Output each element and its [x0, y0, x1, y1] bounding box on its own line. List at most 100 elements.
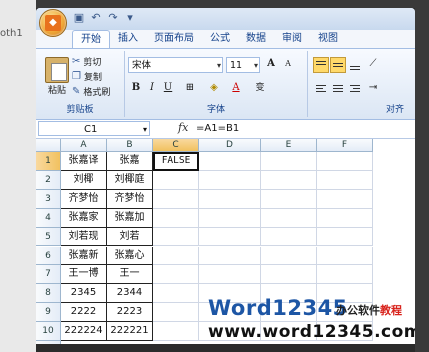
table-cell[interactable]	[317, 152, 373, 171]
table-cell[interactable]	[153, 208, 199, 228]
phonetic-button[interactable]: 变	[253, 81, 267, 95]
table-cell[interactable]	[317, 170, 373, 190]
table-cell[interactable]	[153, 322, 199, 341]
undo-icon[interactable]: ↶	[89, 11, 103, 25]
underline-button[interactable]: U	[161, 81, 175, 95]
table-cell[interactable]	[153, 227, 199, 247]
grow-font-button[interactable]: A	[264, 57, 278, 71]
table-cell[interactable]: 2345	[61, 284, 107, 304]
tab-home[interactable]: 开始	[72, 30, 110, 48]
table-cell[interactable]: 2344	[107, 284, 153, 304]
table-cell[interactable]	[153, 284, 199, 304]
tab-data[interactable]: 数据	[238, 30, 274, 48]
table-cell[interactable]	[153, 265, 199, 285]
align-center-button[interactable]	[330, 81, 346, 97]
tab-view[interactable]: 视图	[310, 30, 346, 48]
table-cell[interactable]: 刘若	[107, 227, 153, 247]
table-cell[interactable]: 齐梦怡	[107, 189, 153, 209]
indent-icon[interactable]: ⇥	[366, 81, 380, 95]
table-cell[interactable]	[153, 303, 199, 323]
row-header[interactable]	[36, 341, 61, 344]
row-header[interactable]: 1	[36, 152, 61, 171]
table-cell[interactable]: 张嘉新	[61, 246, 107, 266]
table-cell[interactable]	[261, 265, 317, 285]
row-header[interactable]: 5	[36, 227, 61, 247]
table-cell[interactable]: 刘椰庭	[107, 170, 153, 190]
row-header[interactable]: 8	[36, 284, 61, 304]
table-cell[interactable]: 张嘉心	[107, 246, 153, 266]
align-bottom-button[interactable]	[347, 57, 363, 73]
copy-button[interactable]: ❐ 复制	[72, 70, 102, 83]
table-cell[interactable]	[199, 208, 261, 228]
bold-button[interactable]: B	[129, 81, 143, 95]
tab-review[interactable]: 审阅	[274, 30, 310, 48]
format-painter-button[interactable]: ✎ 格式刷	[72, 85, 110, 98]
table-cell[interactable]	[261, 208, 317, 228]
paste-button[interactable]: 粘贴	[42, 57, 72, 101]
table-cell[interactable]	[153, 189, 199, 209]
table-cell[interactable]: 2223	[107, 303, 153, 323]
table-cell[interactable]	[261, 246, 317, 266]
shrink-font-button[interactable]: A	[281, 57, 295, 71]
column-header-a[interactable]: A	[61, 139, 107, 152]
table-cell[interactable]	[317, 189, 373, 209]
table-cell[interactable]: 刘若现	[61, 227, 107, 247]
column-header-c[interactable]: C	[153, 139, 199, 152]
table-cell[interactable]	[153, 246, 199, 266]
table-cell[interactable]: 张嘉译	[61, 152, 107, 171]
align-middle-button[interactable]	[330, 57, 346, 73]
table-cell[interactable]	[317, 208, 373, 228]
table-cell[interactable]: 222224	[61, 322, 107, 341]
row-header[interactable]: 10	[36, 322, 61, 341]
table-cell[interactable]	[317, 246, 373, 266]
table-cell[interactable]	[261, 152, 317, 171]
tab-page-layout[interactable]: 页面布局	[146, 30, 202, 48]
save-icon[interactable]: ▣	[72, 11, 86, 25]
name-box[interactable]: C1 ▾	[38, 121, 150, 136]
table-cell[interactable]: 刘椰	[61, 170, 107, 190]
row-header[interactable]: 4	[36, 208, 61, 228]
row-header[interactable]: 9	[36, 303, 61, 323]
table-cell[interactable]	[199, 152, 261, 171]
column-header-d[interactable]: D	[199, 139, 261, 152]
table-cell[interactable]	[261, 170, 317, 190]
table-cell[interactable]	[199, 246, 261, 266]
row-header[interactable]: 3	[36, 189, 61, 209]
italic-button[interactable]: I	[145, 81, 159, 95]
table-cell[interactable]: 2222	[61, 303, 107, 323]
font-size-select[interactable]: 11 ▾	[226, 57, 260, 73]
customize-icon[interactable]: ▾	[123, 11, 137, 25]
office-button[interactable]: ◆	[39, 9, 67, 37]
table-cell[interactable]	[199, 265, 261, 285]
align-top-button[interactable]	[313, 57, 329, 73]
cut-button[interactable]: ✂ 剪切	[72, 55, 101, 68]
formula-input[interactable]: =A1=B1	[196, 121, 412, 136]
row-header[interactable]: 2	[36, 170, 61, 190]
align-left-button[interactable]	[313, 81, 329, 97]
tab-insert[interactable]: 插入	[110, 30, 146, 48]
row-header[interactable]: 7	[36, 265, 61, 285]
table-cell[interactable]	[199, 189, 261, 209]
table-cell[interactable]	[317, 265, 373, 285]
table-cell[interactable]	[317, 227, 373, 247]
table-cell[interactable]	[199, 227, 261, 247]
text-orientation-icon[interactable]: ⟋	[366, 57, 380, 71]
column-header-b[interactable]: B	[107, 139, 153, 152]
fill-color-icon[interactable]: ◈	[207, 81, 221, 95]
active-cell[interactable]: FALSE	[153, 152, 199, 171]
table-cell[interactable]	[261, 227, 317, 247]
table-cell[interactable]: 齐梦怡	[61, 189, 107, 209]
tab-formulas[interactable]: 公式	[202, 30, 238, 48]
redo-icon[interactable]: ↷	[106, 11, 120, 25]
table-cell[interactable]: 张嘉家	[61, 208, 107, 228]
table-cell[interactable]	[153, 170, 199, 190]
table-cell[interactable]	[199, 170, 261, 190]
font-name-select[interactable]: 宋体 ▾	[128, 57, 223, 73]
row-header[interactable]: 6	[36, 246, 61, 266]
borders-icon[interactable]: ⊞	[183, 81, 197, 95]
select-all-corner[interactable]	[36, 139, 61, 152]
table-cell[interactable]: 张嘉	[107, 152, 153, 171]
column-header-f[interactable]: F	[317, 139, 373, 152]
table-cell[interactable]: 张嘉加	[107, 208, 153, 228]
font-color-button[interactable]: A	[229, 81, 243, 95]
